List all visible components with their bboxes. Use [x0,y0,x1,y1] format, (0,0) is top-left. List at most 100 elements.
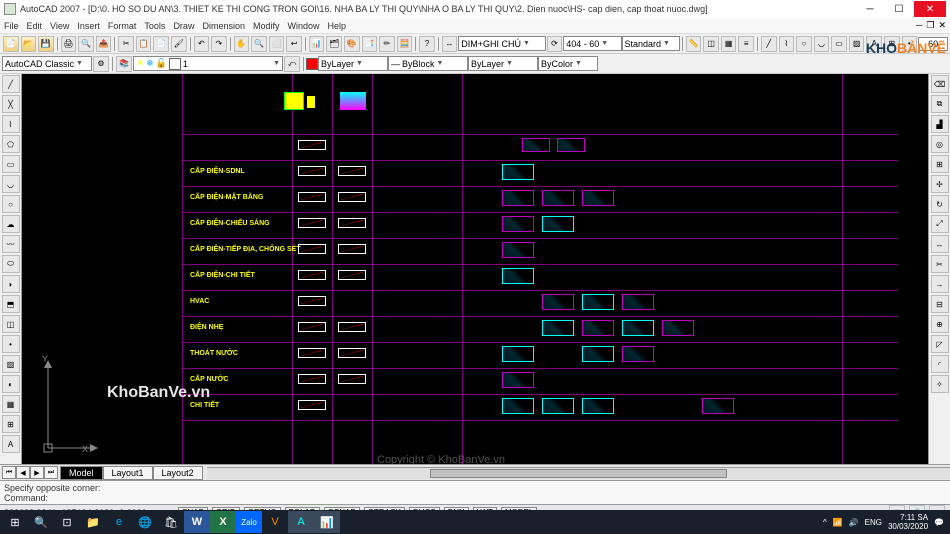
h-scrollbar[interactable] [207,467,950,479]
rotate-icon[interactable]: ↻ [931,195,949,213]
ellipse-arc-icon[interactable]: ◗ [2,275,20,293]
tray-clock[interactable]: 7:11 SA 30/03/2020 [888,513,928,531]
menu-file[interactable]: File [4,21,19,31]
stretch-icon[interactable]: ↔ [931,235,949,253]
tab-last-button[interactable]: ⏭ [44,466,58,479]
array-icon[interactable]: ⊞ [931,155,949,173]
move-icon[interactable]: ✢ [931,175,949,193]
textstyle-dropdown[interactable]: 404 - 60▼ [563,36,621,51]
tablestyle-dropdown[interactable]: Standard▼ [622,36,680,51]
calc-button[interactable]: 🧮 [397,36,413,52]
tray-notif-icon[interactable]: 💬 [934,518,944,527]
chrome-icon[interactable]: 🌐 [132,511,158,533]
ellipse-icon[interactable]: ⬭ [2,255,20,273]
start-button[interactable]: ⊞ [2,511,28,533]
properties-button[interactable]: 📊 [309,36,325,52]
tab-layout1[interactable]: Layout1 [103,466,153,480]
new-button[interactable]: 📄 [3,36,19,52]
save-button[interactable]: 💾 [38,36,54,52]
tab-layout2[interactable]: Layout2 [153,466,203,480]
open-button[interactable]: 📂 [21,36,37,52]
zoom-win-button[interactable]: ⬜ [269,36,285,52]
copy-obj-icon[interactable]: ⧉ [931,95,949,113]
taskview-icon[interactable]: ⊡ [54,511,80,533]
erase-icon[interactable]: ⌫ [931,75,949,93]
sheet-button[interactable]: 📑 [362,36,378,52]
circle-tool-button[interactable]: ○ [796,36,812,52]
chamfer-icon[interactable]: ◸ [931,335,949,353]
copy-button[interactable]: 📋 [136,36,152,52]
pline-icon[interactable]: ⌇ [2,115,20,133]
arc-icon[interactable]: ◡ [2,175,20,193]
menu-modify[interactable]: Modify [253,21,280,31]
region-icon[interactable]: ▦ [2,395,20,413]
area-button[interactable]: ◫ [703,36,719,52]
make-block-icon[interactable]: ◫ [2,315,20,333]
break-icon[interactable]: ⊟ [931,295,949,313]
hatch-tool-button[interactable]: ▨ [849,36,865,52]
layer-prop-button[interactable]: 📚 [116,56,132,72]
tab-prev-button[interactable]: ◀ [16,466,30,479]
list-button[interactable]: ≡ [738,36,754,52]
scale-icon[interactable]: ⤢ [931,215,949,233]
help-button[interactable]: ? [419,36,435,52]
menu-help[interactable]: Help [328,21,347,31]
circle-icon[interactable]: ○ [2,195,20,213]
menu-dimension[interactable]: Dimension [202,21,245,31]
doc-minimize-icon[interactable]: ─ [916,20,922,31]
polygon-icon[interactable]: ⬠ [2,135,20,153]
paste-button[interactable]: 📄 [153,36,169,52]
undo-button[interactable]: ↶ [194,36,210,52]
table-icon[interactable]: ⊞ [2,415,20,433]
workspace-dropdown[interactable]: AutoCAD Classic▼ [2,56,92,71]
tab-next-button[interactable]: ▶ [30,466,44,479]
pan-button[interactable]: ✋ [234,36,250,52]
word-icon[interactable]: W [184,511,210,533]
plotstyle-dropdown[interactable]: ByLayer▼ [468,56,538,71]
dimstyle-dropdown[interactable]: DIM+GHI CHÚ▼ [458,36,545,51]
menu-format[interactable]: Format [108,21,137,31]
maximize-button[interactable]: ☐ [885,1,913,17]
cut-button[interactable]: ✂ [118,36,134,52]
lineweight-dropdown[interactable]: —ByBlock▼ [388,56,468,71]
xline-icon[interactable]: ╳ [2,95,20,113]
insert-block-icon[interactable]: ⬒ [2,295,20,313]
doc-close-icon[interactable]: ✕ [938,20,946,31]
minimize-button[interactable]: ─ [856,1,884,17]
tab-first-button[interactable]: ⏮ [2,466,16,479]
menu-insert[interactable]: Insert [77,21,100,31]
match-button[interactable]: 🖌 [171,36,187,52]
explorer-icon[interactable]: 📁 [80,511,106,533]
menu-edit[interactable]: Edit [27,21,43,31]
search-icon[interactable]: 🔍 [28,511,54,533]
mirror-icon[interactable]: ▟ [931,115,949,133]
tray-up-icon[interactable]: ^ [823,518,827,527]
offset-icon[interactable]: ◎ [931,135,949,153]
arc-tool-button[interactable]: ◡ [814,36,830,52]
join-icon[interactable]: ⊕ [931,315,949,333]
layer-prev-button[interactable]: ⤺ [284,56,300,72]
region-button[interactable]: ▦ [721,36,737,52]
menu-draw[interactable]: Draw [173,21,194,31]
dim-icon[interactable]: ↔ [442,36,458,52]
zoom-prev-button[interactable]: ↩ [286,36,302,52]
line-icon[interactable]: ╱ [2,75,20,93]
zalo-icon[interactable]: Zalo [236,511,262,533]
doc-restore-icon[interactable]: ❐ [926,20,934,31]
drawing-canvas[interactable]: CẤP ĐIỆN-SDNLCẤP ĐIỆN-MẶT BẰNGCẤP ĐIỆN-C… [22,74,928,464]
bycolor-dropdown[interactable]: ByColor▼ [538,56,598,71]
point-icon[interactable]: • [2,335,20,353]
rect-icon[interactable]: ▭ [2,155,20,173]
layer-dropdown[interactable]: ☀❄🔓 1▼ [133,56,283,71]
color-dropdown[interactable]: ByLayer▼ [318,56,388,71]
autocad-task-icon[interactable]: A [288,511,314,533]
tray-volume-icon[interactable]: 🔊 [849,518,859,527]
excel-icon[interactable]: X [210,511,236,533]
menu-tools[interactable]: Tools [144,21,165,31]
tray-lang[interactable]: ENG [865,518,882,527]
redo-button[interactable]: ↷ [211,36,227,52]
tab-model[interactable]: Model [60,466,103,480]
color-swatch[interactable] [306,58,318,70]
dc-button[interactable]: 🗂 [326,36,342,52]
menu-window[interactable]: Window [288,21,320,31]
